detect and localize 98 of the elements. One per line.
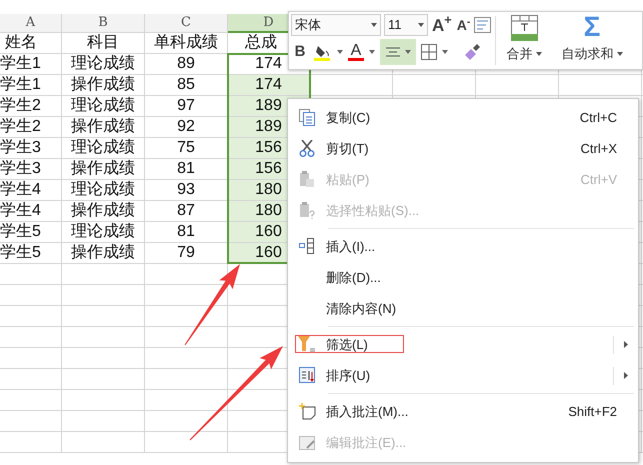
menu-item-label: 剪切(T) [326,140,370,158]
table-cell: 操作成绩 [62,159,145,180]
caret-icon [616,52,622,56]
decrease-font-button[interactable]: A$^{-}$ [456,18,472,32]
table-cell: 学生2 [0,117,62,138]
menu-item[interactable]: 插入批注(M)... Shift+F2 [288,391,638,427]
column-header[interactable]: B [62,14,145,33]
column-header[interactable]: C [145,14,228,33]
shortcut-label: Ctrl+V [580,170,617,189]
shortcut-label: Ctrl+C [580,108,617,127]
autosum-button[interactable]: Σ 自动求和 [552,12,632,69]
table-cell [0,432,62,453]
table-cell [0,390,62,411]
table-cell: 97 [145,96,228,117]
edit-comment-icon [298,434,316,451]
column-header[interactable]: A [0,14,62,33]
table-cell [0,348,62,369]
align-center-icon [386,47,400,57]
table-cell: 学生4 [0,180,62,201]
table-cell: 81 [145,222,228,243]
caret-icon [369,50,375,54]
table-cell [0,285,62,306]
wrap-text-icon[interactable] [474,17,492,33]
menu-item-label: 复制(C) [326,108,372,127]
table-cell: 科目 [62,33,145,54]
table-cell: 操作成绩 [62,75,145,96]
menu-item-label: 编辑批注(E)... [326,434,408,452]
table-cell: 87 [145,201,228,222]
table-cell: 学生3 [0,159,62,180]
brush-icon[interactable] [463,43,481,61]
funnel-icon [298,336,316,353]
new-comment-icon [298,403,316,420]
table-cell: 92 [145,117,228,138]
table-cell [0,306,62,327]
table-cell: 操作成绩 [62,201,145,222]
table-cell: 174 [228,75,310,96]
table-cell: 81 [145,159,228,180]
table-cell: 理论成绩 [62,54,145,75]
scissors-icon [299,140,315,157]
borders-icon[interactable] [421,44,437,60]
table-cell: 学生5 [0,222,62,243]
shortcut-label: Ctrl+X [580,140,617,158]
table-cell: 理论成绩 [62,222,145,243]
menu-item[interactable]: 排序(U) [288,360,638,391]
table-cell: 89 [145,54,228,75]
sort-icon [298,367,316,384]
menu-item[interactable]: 清除内容(N) [288,293,638,324]
table-cell: 85 [145,75,228,96]
caret-icon [371,23,377,27]
font-color-letter[interactable]: A [350,43,362,58]
caret-icon [536,52,542,56]
table-cell: 单科成绩 [145,33,228,54]
table-cell: 学生2 [0,96,62,117]
table-cell: 93 [145,180,228,201]
align-center-button[interactable] [380,39,416,65]
table-cell: 75 [145,138,228,159]
copy-icon [299,109,315,126]
table-cell: 学生4 [0,201,62,222]
table-cell: 理论成绩 [62,180,145,201]
caret-icon [442,50,448,54]
table-cell: 学生1 [0,54,62,75]
table-cell: 学生1 [0,75,62,96]
table-cell: 学生3 [0,138,62,159]
menu-item-label: 筛选(L) [326,336,369,354]
menu-item-label: 选择性粘贴(S)... [326,202,420,220]
table-cell [0,369,62,390]
menu-item-label: 清除内容(N) [326,300,398,318]
merge-button[interactable]: 合并 [496,12,552,69]
table-cell [0,327,62,348]
merge-cells-icon [510,15,538,41]
clipboard-question-icon [299,202,315,219]
table-cell [0,411,62,432]
caret-icon [337,50,343,54]
menu-item-label: 粘贴(P) [326,170,370,189]
clipboard-icon [299,171,315,188]
menu-item[interactable]: 筛选(L) [288,324,638,360]
shortcut-label: Shift+F2 [568,402,617,421]
font-size-dropdown[interactable]: 11 [384,14,428,36]
table-cell: 操作成绩 [62,243,145,264]
table-cell: 学生5 [0,243,62,264]
caret-icon [404,50,410,54]
menu-item-label: 删除(D)... [326,268,382,287]
menu-item-label: 排序(U) [326,366,372,385]
table-cell: 理论成绩 [62,96,145,117]
table-cell [0,264,62,285]
menu-item-label: 插入(I)... [326,238,376,256]
menu-item[interactable]: 删除(D)... [288,262,638,293]
table-cell: 理论成绩 [62,138,145,159]
font-name-dropdown[interactable]: 宋体 [291,14,381,36]
font-color-bar-icon [348,58,364,61]
table-cell: 操作成绩 [62,117,145,138]
table-cell: 79 [145,243,228,264]
menu-item-label: 插入批注(M)... [326,402,410,421]
table-cell: 姓名 [0,33,62,54]
caret-icon [418,23,424,27]
fill-color-icon[interactable] [314,43,332,61]
insert-cells-icon [299,238,315,255]
increase-font-button[interactable]: A$^{+}$ [431,16,453,34]
